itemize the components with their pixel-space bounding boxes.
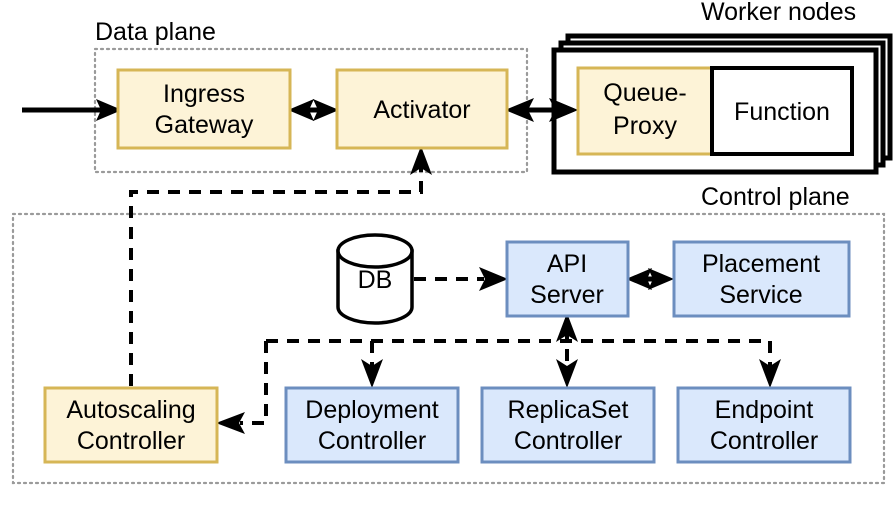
control-plane-label: Control plane: [701, 183, 850, 211]
replicaset-controller-label-line2: Controller: [514, 427, 622, 455]
queue-proxy-label-line2: Proxy: [613, 112, 677, 140]
node-api-server[interactable]: API Server: [505, 240, 630, 318]
placement-service-label-line1: Placement: [702, 250, 820, 278]
deployment-controller-label-line1: Deployment: [305, 396, 438, 424]
edge-external-to-ingress: [22, 99, 122, 121]
data-plane-label: Data plane: [95, 18, 216, 46]
ingress-gateway-label-line2: Gateway: [155, 111, 254, 139]
placement-service-label-line2: Service: [719, 281, 802, 309]
activator-label: Activator: [373, 96, 470, 124]
autoscaling-controller-label-line2: Controller: [77, 427, 185, 455]
function-label: Function: [734, 98, 830, 126]
api-server-label-line1: API: [547, 250, 587, 278]
architecture-diagram: Data plane Worker nodes Control plane In…: [11, 0, 893, 485]
node-activator[interactable]: Activator: [335, 68, 509, 150]
node-placement-service[interactable]: Placement Service: [672, 240, 851, 318]
worker-nodes-label: Worker nodes: [701, 0, 856, 26]
node-deployment-controller[interactable]: Deployment Controller: [284, 386, 460, 464]
edge-api-placement: [626, 268, 674, 290]
ingress-gateway-label-line1: Ingress: [163, 80, 245, 108]
node-ingress-gateway[interactable]: Ingress Gateway: [116, 68, 292, 150]
node-replicaset-controller[interactable]: ReplicaSet Controller: [480, 386, 656, 464]
node-endpoint-controller[interactable]: Endpoint Controller: [676, 386, 852, 464]
db-label: DB: [358, 266, 393, 294]
edge-ingress-activator: [288, 99, 339, 121]
edge-db-to-api-server: [414, 267, 508, 291]
db-cylinder-top: [336, 233, 414, 269]
node-queue-proxy[interactable]: Queue- Proxy: [576, 66, 714, 156]
replicaset-controller-label-line1: ReplicaSet: [508, 396, 629, 424]
deployment-controller-label-line2: Controller: [318, 427, 426, 455]
queue-proxy-label-line1: Queue-: [603, 79, 686, 107]
node-function[interactable]: Function: [710, 66, 854, 156]
endpoint-controller-label-line2: Controller: [710, 427, 818, 455]
endpoint-controller-label-line1: Endpoint: [715, 396, 814, 424]
autoscaling-controller-label-line1: Autoscaling: [66, 396, 195, 424]
diagram-canvas: Data plane Worker nodes Control plane In…: [0, 0, 894, 505]
node-db[interactable]: DB: [336, 233, 414, 325]
api-server-label-line2: Server: [530, 281, 604, 309]
node-autoscaling-controller[interactable]: Autoscaling Controller: [43, 386, 219, 464]
